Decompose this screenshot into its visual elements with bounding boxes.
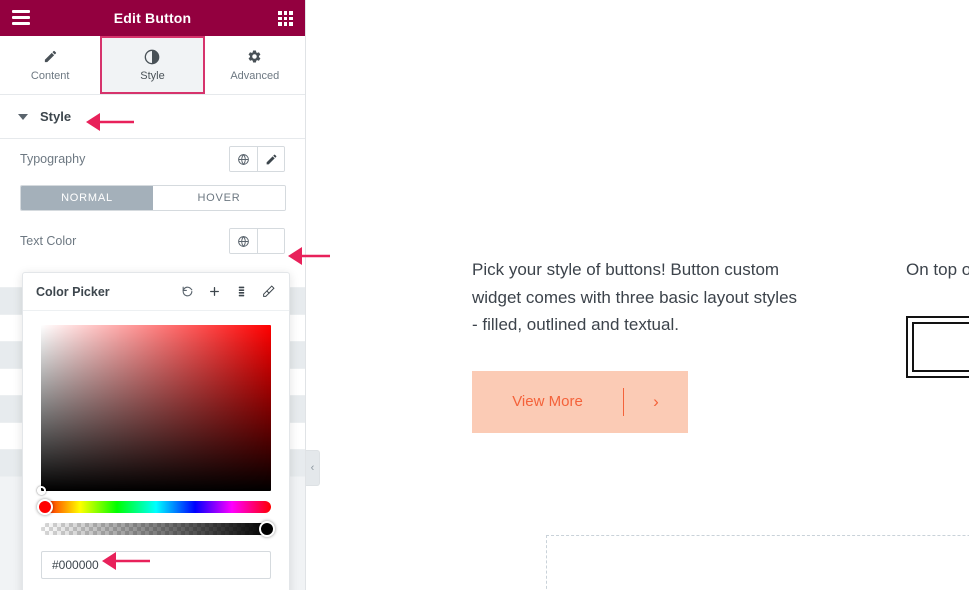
tab-advanced-label: Advanced xyxy=(230,70,280,82)
editor-panel: Edit Button Content Style Advanced Style xyxy=(0,0,306,590)
hue-slider-handle[interactable] xyxy=(37,499,53,515)
globe-icon[interactable] xyxy=(230,147,257,171)
gear-icon xyxy=(247,48,262,65)
preview-paragraph-2: On top of that you also get a few standa… xyxy=(906,260,969,279)
tab-content-label: Content xyxy=(30,70,70,82)
preview-paragraph-1: Pick your style of buttons! Button custo… xyxy=(472,260,798,335)
text-color-buttons xyxy=(229,228,285,254)
typography-label: Typography xyxy=(20,152,86,166)
eyedropper-icon[interactable] xyxy=(258,281,279,302)
chevron-down-icon xyxy=(18,113,28,120)
typography-edit-pencil-icon[interactable] xyxy=(257,147,284,171)
tab-advanced[interactable]: Advanced xyxy=(205,36,305,94)
hamburger-icon[interactable] xyxy=(12,10,30,25)
grid-icon[interactable] xyxy=(278,11,293,26)
text-color-swatch[interactable] xyxy=(257,229,284,253)
view-more-outlined-inner: View More xyxy=(912,321,969,372)
empty-section-dropzone[interactable] xyxy=(546,535,969,590)
color-picker-tools xyxy=(177,281,279,302)
typography-buttons xyxy=(229,146,285,172)
add-icon[interactable] xyxy=(204,281,225,302)
section-header-style[interactable]: Style xyxy=(0,95,305,139)
preview-column-1: Pick your style of buttons! Button custo… xyxy=(472,256,802,433)
panel-header: Edit Button xyxy=(0,0,305,36)
preview-canvas: Pick your style of buttons! Button custo… xyxy=(306,0,969,590)
panel-collapse-handle[interactable]: ‹ xyxy=(306,450,320,486)
tab-style[interactable]: Style xyxy=(100,36,205,94)
library-icon[interactable] xyxy=(231,281,252,302)
chevron-right-icon: › xyxy=(653,391,659,411)
state-toggle: NORMAL HOVER xyxy=(20,185,286,211)
color-picker-header: Color Picker xyxy=(23,273,289,311)
hue-slider[interactable] xyxy=(37,499,271,515)
text-color-globe-icon[interactable] xyxy=(230,229,257,253)
color-picker-title: Color Picker xyxy=(36,284,110,299)
preview-column-2: On top of that you also get a few standa… xyxy=(906,256,969,378)
text-color-label: Text Color xyxy=(20,234,77,248)
hex-input[interactable]: #000000 xyxy=(41,551,271,579)
view-more-filled-button[interactable]: View More › xyxy=(472,370,688,433)
view-more-outlined-label: View More xyxy=(914,338,969,355)
alpha-slider-handle[interactable] xyxy=(259,521,275,537)
saturation-value-area[interactable] xyxy=(37,325,271,495)
typography-row: Typography xyxy=(20,139,285,179)
state-toggle-normal[interactable]: NORMAL xyxy=(21,186,153,210)
text-color-row: Text Color xyxy=(20,221,285,261)
tab-content[interactable]: Content xyxy=(0,36,100,94)
color-picker-popup: Color Picker #000000 xyxy=(22,272,290,590)
state-toggle-hover[interactable]: HOVER xyxy=(153,186,285,210)
alpha-slider[interactable] xyxy=(41,521,275,537)
page-title: Edit Button xyxy=(113,10,192,26)
section-style-label: Style xyxy=(40,109,72,124)
reset-icon[interactable] xyxy=(177,281,198,302)
tab-style-label: Style xyxy=(140,70,165,82)
view-more-filled-label: View More xyxy=(512,393,583,411)
color-picker-body: #000000 xyxy=(23,311,289,590)
pencil-icon xyxy=(43,48,58,65)
saturation-cursor[interactable] xyxy=(37,486,46,495)
view-more-outlined-button[interactable]: View More xyxy=(906,315,969,378)
contrast-icon xyxy=(144,48,160,65)
panel-tabs: Content Style Advanced xyxy=(0,36,305,95)
